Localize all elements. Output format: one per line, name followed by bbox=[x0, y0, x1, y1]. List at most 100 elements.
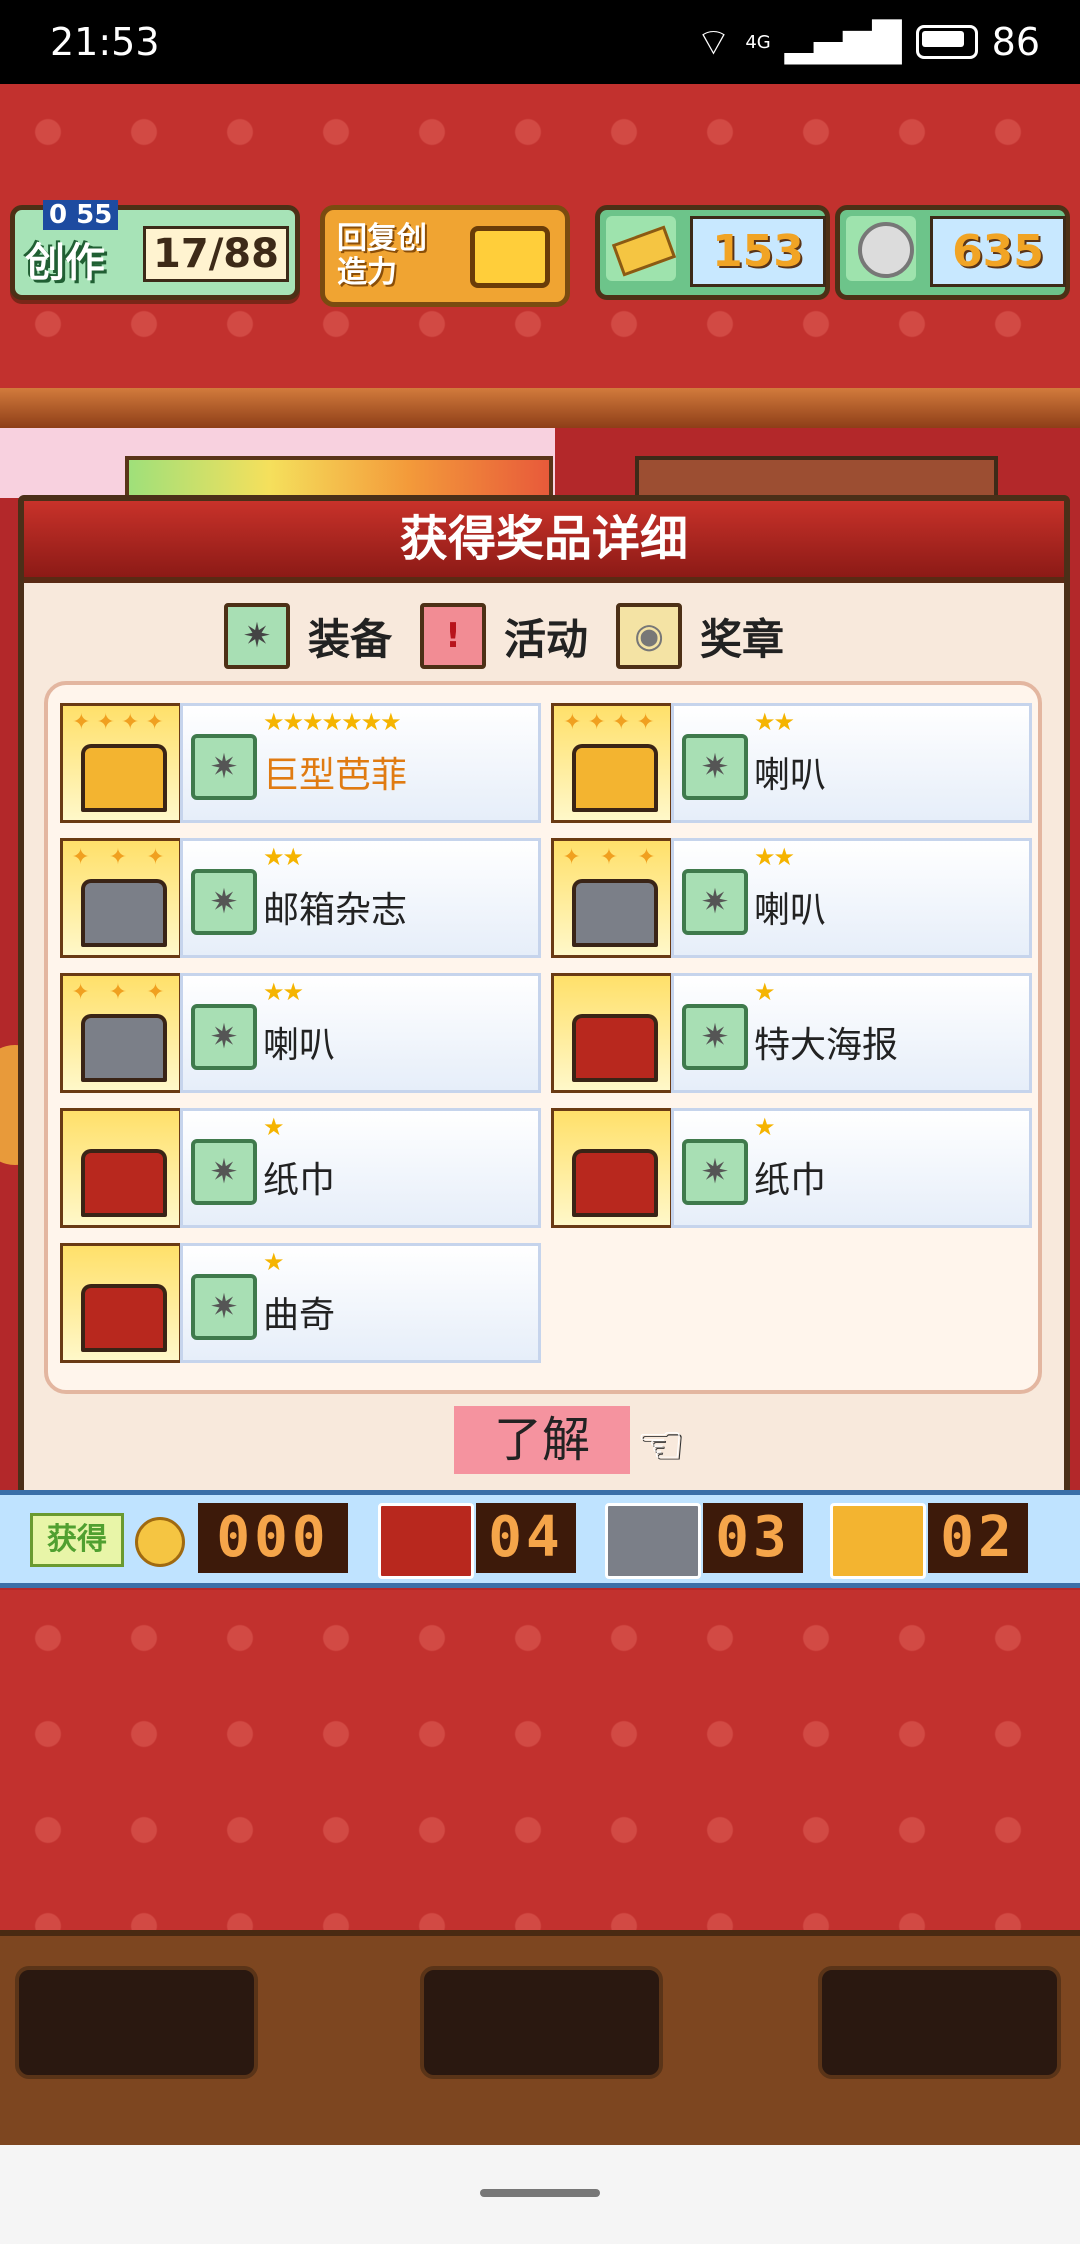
prize-item: ✦ ✦ ✦ ✷ ★★ 喇叭 bbox=[551, 838, 1032, 958]
gold-chest-icon: ✦✦✦✦ bbox=[551, 703, 673, 823]
prize-stars: ★ bbox=[263, 1113, 284, 1141]
status-time: 21:53 bbox=[50, 20, 160, 64]
dialog-title: 获得奖品详细 bbox=[399, 511, 688, 567]
prize-item: ✦✦✦✦ ✷ ★★★★★★★ 巨型芭菲 bbox=[60, 703, 541, 823]
ok-label: 了解 bbox=[493, 1412, 590, 1468]
red-chest-icon bbox=[551, 973, 673, 1093]
pointing-hand-icon: ☜ bbox=[636, 1413, 685, 1476]
coin-count: 000 bbox=[198, 1503, 348, 1573]
prize-stars: ★ bbox=[754, 978, 775, 1006]
prize-name: 巨型芭菲 bbox=[263, 755, 408, 796]
prize-item: ✦ ✦ ✦ ✷ ★★ 喇叭 bbox=[60, 973, 541, 1093]
coin-value: 635 bbox=[930, 216, 1066, 287]
gear-icon: ✷ bbox=[682, 734, 748, 800]
create-points-box: 0 55 创作 17/88 bbox=[10, 200, 300, 300]
prize-name: 曲奇 bbox=[263, 1295, 336, 1336]
shelf-slot bbox=[15, 1966, 258, 2079]
prize-name: 邮箱杂志 bbox=[263, 890, 408, 931]
gear-icon: ✷ bbox=[682, 869, 748, 935]
prize-stars: ★ bbox=[754, 1113, 775, 1141]
red-chest-icon bbox=[60, 1243, 182, 1363]
wall-molding bbox=[0, 388, 1080, 428]
gear-icon: ✷ bbox=[224, 603, 290, 669]
signal-icon: ▂▄▆█ bbox=[784, 20, 902, 64]
restore-creativity-button[interactable]: 回复创造力 bbox=[320, 205, 570, 307]
silver-chest-icon bbox=[605, 1503, 701, 1579]
gold-value: 153 bbox=[690, 216, 826, 287]
coin-icon bbox=[846, 216, 916, 281]
gear-icon: ✷ bbox=[191, 1004, 257, 1070]
silver-chest-count: 03 bbox=[703, 1503, 803, 1573]
medal-icon: ◉ bbox=[616, 603, 683, 669]
battery-icon bbox=[915, 25, 978, 59]
floor-shelf bbox=[0, 1930, 1080, 2151]
gear-icon: ✷ bbox=[191, 734, 257, 800]
network-type: 4G bbox=[745, 31, 771, 53]
gold-bar-icon bbox=[606, 216, 676, 281]
shelf-slot bbox=[818, 1966, 1061, 2079]
silver-chest-icon: ✦ ✦ ✦ bbox=[551, 838, 673, 958]
coin-currency[interactable]: 635 bbox=[835, 205, 1070, 300]
prize-name: 特大海报 bbox=[754, 1025, 899, 1066]
gold-chest-count: 02 bbox=[928, 1503, 1028, 1573]
prize-item: ✷ ★ 纸巾 bbox=[551, 1108, 1032, 1228]
home-indicator[interactable] bbox=[480, 2189, 600, 2197]
lower-wallpaper bbox=[0, 1590, 1080, 1930]
prize-stars: ★ bbox=[263, 1248, 284, 1276]
battery-level: 86 bbox=[991, 20, 1040, 64]
background-panel bbox=[0, 428, 1080, 506]
prize-list: ✦✦✦✦ ✷ ★★★★★★★ 巨型芭菲 ✦✦✦✦ ✷ ★★ 喇叭 ✦ ✦ ✦ ✷… bbox=[44, 681, 1042, 1394]
exclamation-icon: ! bbox=[420, 603, 487, 669]
red-chest-icon bbox=[551, 1108, 673, 1228]
prize-name: 纸巾 bbox=[263, 1160, 336, 1201]
shelf-slot bbox=[420, 1966, 663, 2079]
gear-icon: ✷ bbox=[191, 1139, 257, 1205]
obtained-counter-bar: 获得 000 04 03 02 bbox=[0, 1490, 1080, 1588]
prize-stars: ★★ bbox=[263, 843, 304, 871]
prize-name: 喇叭 bbox=[754, 890, 827, 931]
gear-icon: ✷ bbox=[191, 869, 257, 935]
status-bar: 21:53 ⌔ 4G ▂▄▆█ 86 bbox=[0, 0, 1080, 84]
prize-stars: ★★ bbox=[263, 978, 304, 1006]
create-count: 17/88 bbox=[143, 226, 289, 282]
prize-name: 喇叭 bbox=[754, 755, 827, 796]
gold-currency[interactable]: 153 bbox=[595, 205, 830, 300]
status-icons: ⌔ 4G ▂▄▆█ 86 bbox=[696, 18, 1040, 66]
prize-item: ✷ ★ 纸巾 bbox=[60, 1108, 541, 1228]
wifi-icon: ⌔ bbox=[695, 20, 732, 64]
ok-button[interactable]: 了解 bbox=[454, 1406, 630, 1474]
prize-item: ✷ ★ 曲奇 bbox=[60, 1243, 541, 1363]
prize-name: 喇叭 bbox=[263, 1025, 336, 1066]
gold-chest-icon: ✦✦✦✦ bbox=[60, 703, 182, 823]
gear-icon: ✷ bbox=[682, 1004, 748, 1070]
prize-stars: ★★ bbox=[754, 843, 795, 871]
prize-stars: ★★★★★★★ bbox=[263, 708, 402, 736]
tv-icon bbox=[470, 226, 550, 288]
legend-event: ! 活动 bbox=[420, 603, 588, 669]
gold-chest-icon bbox=[830, 1503, 926, 1579]
red-chest-count: 04 bbox=[476, 1503, 576, 1573]
prize-item: ✷ ★ 特大海报 bbox=[551, 973, 1032, 1093]
create-label: 创作 bbox=[25, 240, 105, 286]
legend-label: 活动 bbox=[504, 614, 589, 664]
silver-chest-icon: ✦ ✦ ✦ bbox=[60, 838, 182, 958]
silver-chest-icon: ✦ ✦ ✦ bbox=[60, 973, 182, 1093]
legend-equipment: ✷ 装备 bbox=[224, 603, 392, 669]
prize-item: ✦✦✦✦ ✷ ★★ 喇叭 bbox=[551, 703, 1032, 823]
coin-icon bbox=[135, 1517, 185, 1567]
prize-name: 纸巾 bbox=[754, 1160, 827, 1201]
prize-detail-dialog: 获得奖品详细 ✷ 装备 ! 活动 ◉ 奖章 ✦✦✦✦ ✷ ★★★★★★★ 巨型芭… bbox=[18, 495, 1070, 1502]
prize-item: ✦ ✦ ✦ ✷ ★★ 邮箱杂志 bbox=[60, 838, 541, 958]
red-chest-icon bbox=[60, 1108, 182, 1228]
gear-icon: ✷ bbox=[682, 1139, 748, 1205]
legend-label: 装备 bbox=[308, 614, 393, 664]
legend-medal: ◉ 奖章 bbox=[616, 603, 784, 669]
system-nav-bar bbox=[0, 2145, 1080, 2244]
restore-label: 回复创造力 bbox=[337, 221, 427, 290]
red-chest-icon bbox=[378, 1503, 474, 1579]
gear-icon: ✷ bbox=[191, 1274, 257, 1340]
create-small-value: 0 55 bbox=[43, 200, 119, 230]
legend-label: 奖章 bbox=[700, 614, 785, 664]
prize-stars: ★★ bbox=[754, 708, 795, 736]
prize-legend: ✷ 装备 ! 活动 ◉ 奖章 bbox=[224, 601, 884, 671]
